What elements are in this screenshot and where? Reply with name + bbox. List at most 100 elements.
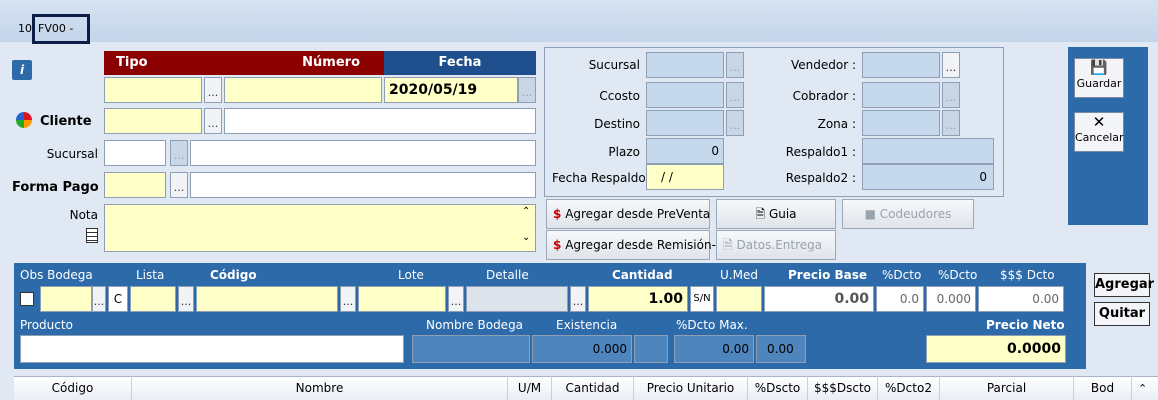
fecha-respaldo-label: Fecha Respaldo (552, 171, 646, 185)
codigo-lookup[interactable]: ... (340, 286, 356, 312)
producto-input[interactable] (20, 335, 404, 363)
dcto2-input[interactable]: 0.000 (926, 286, 976, 312)
datos-entrega-button[interactable]: 🗎 Datos.Entrega (716, 230, 836, 260)
obs-checkbox[interactable] (20, 292, 34, 306)
respaldo2-input[interactable]: 0 (862, 164, 994, 190)
lote-label: Lote (398, 268, 424, 282)
lista-lookup[interactable]: ... (178, 286, 194, 312)
existencia-input[interactable]: 0.000 (532, 335, 632, 363)
fecha-value: 2020/05/19 (389, 82, 478, 98)
vendedor-lookup[interactable]: ... (942, 52, 960, 78)
col-cantidad[interactable]: Cantidad (552, 376, 634, 400)
cliente-lookup-button[interactable]: ... (204, 108, 222, 134)
col-nombre[interactable]: Nombre (132, 376, 508, 400)
numero-input[interactable] (224, 77, 382, 103)
tipo-input[interactable] (104, 77, 202, 103)
plazo-label: Plazo (608, 145, 640, 159)
agregar-preventa-button[interactable]: $ Agregar desde PreVenta (546, 199, 710, 229)
info-icon[interactable]: i (12, 60, 32, 80)
vendedor-input[interactable] (862, 52, 940, 78)
forma-pago-code-input[interactable] (104, 172, 166, 198)
nota-scroll-down-icon[interactable]: ⌄ (522, 232, 530, 243)
respaldo2-label: Respaldo2 : (785, 171, 856, 185)
ccosto-input[interactable] (646, 82, 724, 108)
preventa-label: Agregar desde PreVenta (565, 207, 711, 221)
header-tipo: Tipo (104, 51, 224, 75)
money-dcto-input[interactable]: 0.00 (978, 286, 1064, 312)
fecha-respaldo-value: / / (661, 170, 673, 184)
existencia-extra (634, 335, 668, 363)
grid-scroll-up-icon[interactable]: ⌃ (1138, 382, 1147, 395)
dcto1-input[interactable]: 0.0 (876, 286, 924, 312)
fecha-input[interactable]: 2020/05/19 (384, 77, 518, 103)
lista-input[interactable]: C (108, 286, 128, 312)
col-dcto2[interactable]: %Dcto2 (878, 376, 940, 400)
obs-bodega-input[interactable] (40, 286, 92, 312)
guardar-button[interactable]: 💾 Guardar (1074, 58, 1124, 98)
tipo-lookup-button[interactable]: ... (204, 77, 222, 103)
cobrador-input[interactable] (862, 82, 940, 108)
existencia-label: Existencia (556, 318, 618, 332)
precio-base-input[interactable]: 0.00 (764, 286, 874, 312)
nota-doc-icon[interactable] (86, 228, 98, 243)
fecha-respaldo-input[interactable]: / / (646, 164, 724, 190)
close-icon: ✕ (1092, 113, 1106, 131)
lote-input[interactable] (358, 286, 446, 312)
dcto-extra-input[interactable]: 0.00 (756, 335, 806, 363)
precio-neto-input[interactable]: 0.0000 (926, 335, 1066, 363)
obs-lookup[interactable]: ... (92, 286, 106, 312)
cancelar-button[interactable]: ✕ Cancelar (1074, 112, 1124, 152)
cliente-label[interactable]: Cliente (40, 114, 92, 129)
nota-scroll-up-icon[interactable]: ⌃ (522, 206, 530, 217)
cobrador-lookup[interactable]: ... (942, 82, 960, 108)
nombre-bodega-input[interactable] (412, 335, 530, 363)
sucursal-lookup-button[interactable]: ... (170, 140, 188, 166)
col-parcial[interactable]: Parcial (940, 376, 1074, 400)
detalle-lookup[interactable]: ... (570, 286, 586, 312)
col-money-dscto[interactable]: $$$Dscto (808, 376, 878, 400)
obs-bodega-label: Obs Bodega (20, 268, 93, 282)
money-dcto-value: 0.00 (1032, 292, 1059, 306)
umed-input[interactable] (716, 286, 762, 312)
forma-pago-name-input[interactable] (190, 172, 536, 198)
nota-textarea[interactable] (104, 204, 536, 252)
col-dscto[interactable]: %Dscto (748, 376, 808, 400)
agregar-button[interactable]: Agregar (1094, 273, 1154, 297)
codeudores-label: Codeudores (879, 207, 952, 221)
cliente-name-input[interactable] (224, 108, 536, 134)
col-precio-unitario[interactable]: Precio Unitario (634, 376, 748, 400)
cliente-code-input[interactable] (104, 108, 202, 134)
agregar-remision-button[interactable]: $ Agregar desde Remisión- (546, 230, 716, 260)
cliente-icon (16, 112, 32, 128)
col-um[interactable]: U/M (508, 376, 552, 400)
cantidad-input[interactable]: 1.00 (588, 286, 688, 312)
plazo-input[interactable]: 0 (646, 138, 724, 164)
destino-input[interactable] (646, 110, 724, 136)
destino-lookup[interactable]: ... (726, 110, 744, 136)
doc-icon: 🗎 (755, 207, 766, 221)
sn-toggle[interactable]: S/N (690, 286, 714, 312)
zona-lookup[interactable]: ... (942, 110, 960, 136)
detalle-input[interactable] (466, 286, 568, 312)
guia-button[interactable]: 🗎 Guia (716, 199, 836, 229)
col-bod[interactable]: Bod (1074, 376, 1132, 400)
respaldo1-input[interactable] (862, 138, 994, 164)
lista-name-input[interactable] (130, 286, 176, 312)
sucursal-code-input[interactable] (104, 140, 166, 166)
ccosto-lookup[interactable]: ... (726, 82, 744, 108)
dcto-max-input[interactable]: 0.00 (674, 335, 754, 363)
forma-pago-lookup-button[interactable]: ... (170, 172, 188, 198)
mid-sucursal-lookup[interactable]: ... (726, 52, 744, 78)
sucursal-name-input[interactable] (190, 140, 536, 166)
respaldo1-label: Respaldo1 : (785, 145, 856, 159)
codigo-input[interactable] (196, 286, 338, 312)
quitar-button[interactable]: Quitar (1094, 302, 1150, 326)
col-codigo[interactable]: Código (14, 376, 132, 400)
mid-sucursal-input[interactable] (646, 52, 724, 78)
doc-icon-2: 🗎 (723, 238, 733, 252)
codeudores-button[interactable]: ■ Codeudores (842, 199, 974, 229)
zona-input[interactable] (862, 110, 940, 136)
fecha-picker-button[interactable]: ... (518, 77, 536, 103)
lote-lookup[interactable]: ... (448, 286, 464, 312)
precio-base-value: 0.00 (834, 291, 869, 307)
